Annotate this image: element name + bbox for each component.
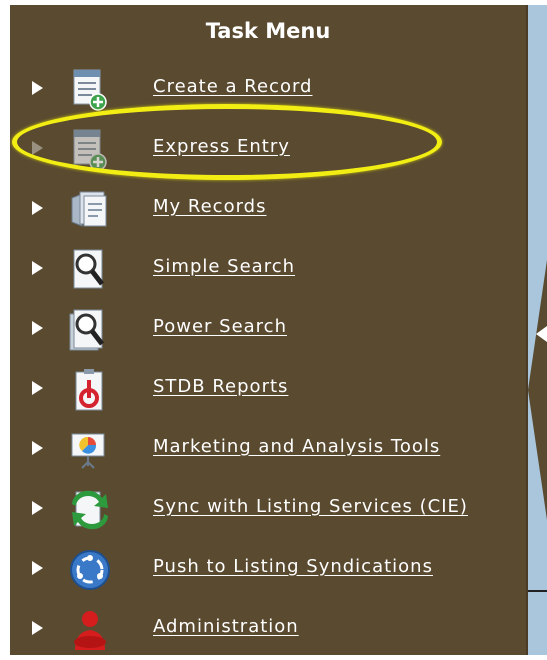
menu-item-label[interactable]: Create a Record <box>153 76 312 97</box>
menu-item-label[interactable]: Simple Search <box>153 256 295 277</box>
marketing-tools-icon <box>71 433 105 469</box>
menu-item-label[interactable]: Express Entry <box>153 136 290 157</box>
menu-item-simple-search[interactable]: Simple Search <box>10 240 526 300</box>
menu-item-marketing-tools[interactable]: Marketing and Analysis Tools <box>10 420 526 480</box>
create-record-icon <box>73 69 107 111</box>
my-records-icon <box>71 191 107 227</box>
expand-arrow-icon[interactable] <box>32 141 43 155</box>
menu-item-administration[interactable]: Administration <box>10 600 526 660</box>
menu-title: Task Menu <box>205 19 331 43</box>
menu-item-label[interactable]: Sync with Listing Services (CIE) <box>153 496 468 517</box>
menu-item-create-record[interactable]: Create a Record <box>10 60 526 120</box>
sync-icon <box>72 490 108 530</box>
administration-icon <box>74 611 106 650</box>
menu-item-power-search[interactable]: Power Search <box>10 300 526 360</box>
side-panel-notch <box>528 260 547 520</box>
collapse-pointer-icon[interactable] <box>536 326 547 342</box>
menu-item-label[interactable]: Power Search <box>153 316 287 337</box>
expand-arrow-icon[interactable] <box>32 201 43 215</box>
reports-icon <box>75 369 103 411</box>
divider <box>528 590 547 592</box>
menu-item-label[interactable]: My Records <box>153 196 266 217</box>
expand-arrow-icon[interactable] <box>32 561 43 575</box>
expand-arrow-icon[interactable] <box>32 321 43 335</box>
simple-search-icon <box>73 249 104 289</box>
menu-item-push-syndications[interactable]: Push to Listing Syndications <box>10 540 526 600</box>
menu-item-label[interactable]: STDB Reports <box>153 376 288 397</box>
power-search-icon <box>69 309 104 351</box>
menu-item-my-records[interactable]: My Records <box>10 180 526 240</box>
menu-item-express-entry[interactable]: Express Entry <box>10 120 526 180</box>
expand-arrow-icon[interactable] <box>32 381 43 395</box>
expand-arrow-icon[interactable] <box>32 261 43 275</box>
menu-item-label[interactable]: Push to Listing Syndications <box>153 556 433 577</box>
menu-item-label[interactable]: Marketing and Analysis Tools <box>153 436 440 457</box>
expand-arrow-icon[interactable] <box>32 621 43 635</box>
express-entry-icon <box>73 129 107 171</box>
globe-icon <box>70 550 110 590</box>
expand-arrow-icon[interactable] <box>32 441 43 455</box>
menu-item-stdb-reports[interactable]: STDB Reports <box>10 360 526 420</box>
menu-item-sync-listing[interactable]: Sync with Listing Services (CIE) <box>10 480 526 540</box>
expand-arrow-icon[interactable] <box>32 81 43 95</box>
task-menu-panel: Task Menu Create a Record Express Entry … <box>10 5 528 655</box>
menu-item-label[interactable]: Administration <box>153 616 299 637</box>
expand-arrow-icon[interactable] <box>32 501 43 515</box>
